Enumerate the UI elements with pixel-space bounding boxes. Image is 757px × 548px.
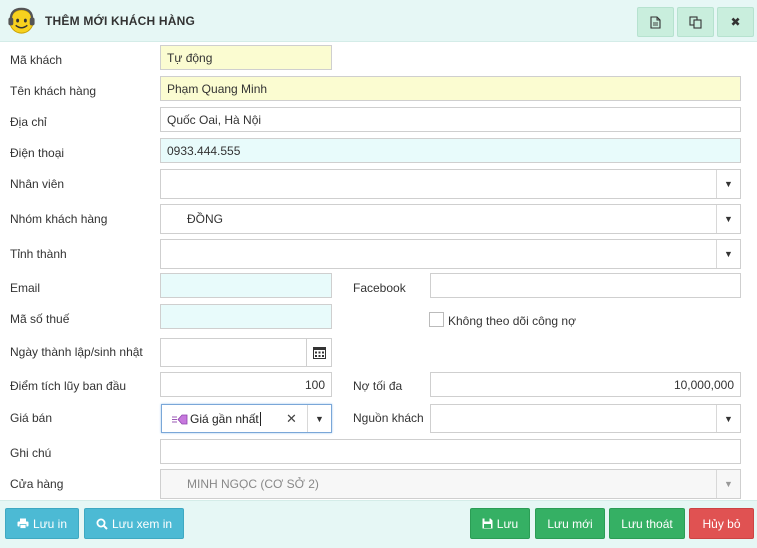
dien-thoai-label: Điện thoại: [10, 146, 65, 160]
save-icon: [482, 518, 493, 529]
chevron-down-icon[interactable]: ▼: [716, 170, 740, 198]
luu-in-button[interactable]: Lưu in: [5, 508, 79, 539]
chevron-down-icon[interactable]: ▼: [716, 470, 740, 498]
luu-thoat-button[interactable]: Lưu thoát: [609, 508, 685, 539]
dien-thoai-field[interactable]: 0933.444.555: [160, 138, 741, 163]
close-button[interactable]: ✖: [717, 7, 754, 37]
ma-khach-field[interactable]: Tự động: [160, 45, 332, 70]
nhan-vien-label: Nhân viên: [10, 177, 65, 191]
tinh-thanh-label: Tỉnh thành: [10, 247, 67, 261]
luu-xem-in-label: Lưu xem in: [111, 516, 173, 531]
clear-icon[interactable]: ✕: [286, 411, 297, 427]
luu-in-label: Lưu in: [32, 516, 68, 531]
no-toi-da-label: Nợ tối đa: [353, 379, 403, 393]
luu-xem-in-button[interactable]: Lưu xem in: [84, 508, 184, 539]
nhom-khach-hang-value: ĐỒNG: [187, 212, 223, 226]
chevron-down-icon[interactable]: ▼: [307, 405, 331, 432]
luu-button[interactable]: Lưu: [470, 508, 530, 539]
document-icon: [650, 15, 661, 29]
copy-icon: [689, 15, 702, 29]
nguon-khach-select[interactable]: ▼: [430, 404, 741, 433]
dialog-footer: Lưu in Lưu xem in Lưu Lưu mới Lưu thoát …: [0, 500, 757, 548]
chevron-down-icon[interactable]: ▼: [716, 205, 740, 233]
close-icon: ✖: [730, 15, 741, 29]
dialog-header: THÊM MỚI KHÁCH HÀNG ✖: [0, 0, 757, 42]
ma-khach-label: Mã khách: [10, 53, 63, 67]
huy-bo-label: Hủy bỏ: [702, 516, 741, 531]
ma-so-thue-label: Mã số thuế: [10, 312, 70, 326]
chevron-down-icon[interactable]: ▼: [716, 405, 740, 432]
ten-khach-hang-label: Tên khách hàng: [10, 84, 97, 98]
calendar-icon: [312, 347, 326, 359]
email-label: Email: [10, 281, 41, 295]
diem-tich-luy-field[interactable]: 100: [160, 372, 332, 397]
khong-theo-doi-cong-no-label: Không theo dõi công nợ: [448, 314, 576, 328]
gia-ban-select[interactable]: Giá gần nhất ✕ ▼: [161, 404, 332, 433]
cua-hang-label: Cửa hàng: [10, 477, 64, 491]
dialog-title: THÊM MỚI KHÁCH HÀNG: [45, 14, 196, 28]
nhom-khach-hang-label: Nhóm khách hàng: [10, 212, 108, 226]
search-icon: [96, 518, 108, 530]
ma-so-thue-field[interactable]: [160, 304, 332, 329]
dia-chi-field[interactable]: Quốc Oai, Hà Nội: [160, 107, 741, 132]
nhan-vien-select[interactable]: ▼: [160, 169, 741, 199]
nguon-khach-label: Nguồn khách: [353, 411, 424, 425]
khong-theo-doi-cong-no-checkbox[interactable]: [429, 312, 444, 327]
document-button[interactable]: [637, 7, 674, 37]
luu-moi-button[interactable]: Lưu mới: [535, 508, 605, 539]
facebook-field[interactable]: [430, 273, 741, 298]
ghi-chu-label: Ghi chú: [10, 446, 52, 460]
dia-chi-label: Địa chỉ: [10, 115, 47, 129]
cua-hang-select[interactable]: MINH NGỌC (CƠ SỞ 2) ▼: [160, 469, 741, 499]
copy-button[interactable]: [677, 7, 714, 37]
facebook-label: Facebook: [353, 281, 406, 295]
gia-ban-value: Giá gần nhất: [190, 411, 261, 426]
printer-icon: [17, 518, 29, 529]
gia-ban-label: Giá bán: [10, 411, 53, 425]
diem-tich-luy-label: Điểm tích lũy ban đầu: [10, 379, 127, 393]
ngay-thanh-lap-label: Ngày thành lập/sinh nhật: [10, 345, 143, 359]
nhom-khach-hang-select[interactable]: ĐỒNG ▼: [160, 204, 741, 234]
calendar-button[interactable]: [307, 338, 332, 367]
ngay-thanh-lap-field[interactable]: [160, 338, 307, 367]
email-field[interactable]: [160, 273, 332, 298]
chevron-down-icon[interactable]: ▼: [716, 240, 740, 268]
luu-label: Lưu: [496, 516, 519, 531]
ten-khach-hang-field[interactable]: Phạm Quang Minh: [160, 76, 741, 101]
tinh-thanh-select[interactable]: ▼: [160, 239, 741, 269]
huy-bo-button[interactable]: Hủy bỏ: [689, 508, 754, 539]
cua-hang-value: MINH NGỌC (CƠ SỞ 2): [187, 477, 319, 491]
ghi-chu-field[interactable]: [160, 439, 741, 464]
no-toi-da-field[interactable]: 10,000,000: [430, 372, 741, 397]
price-tag-icon: [172, 414, 188, 424]
support-smiley-logo-icon: [8, 7, 35, 34]
luu-thoat-label: Lưu thoát: [621, 516, 673, 531]
luu-moi-label: Lưu mới: [547, 516, 593, 531]
